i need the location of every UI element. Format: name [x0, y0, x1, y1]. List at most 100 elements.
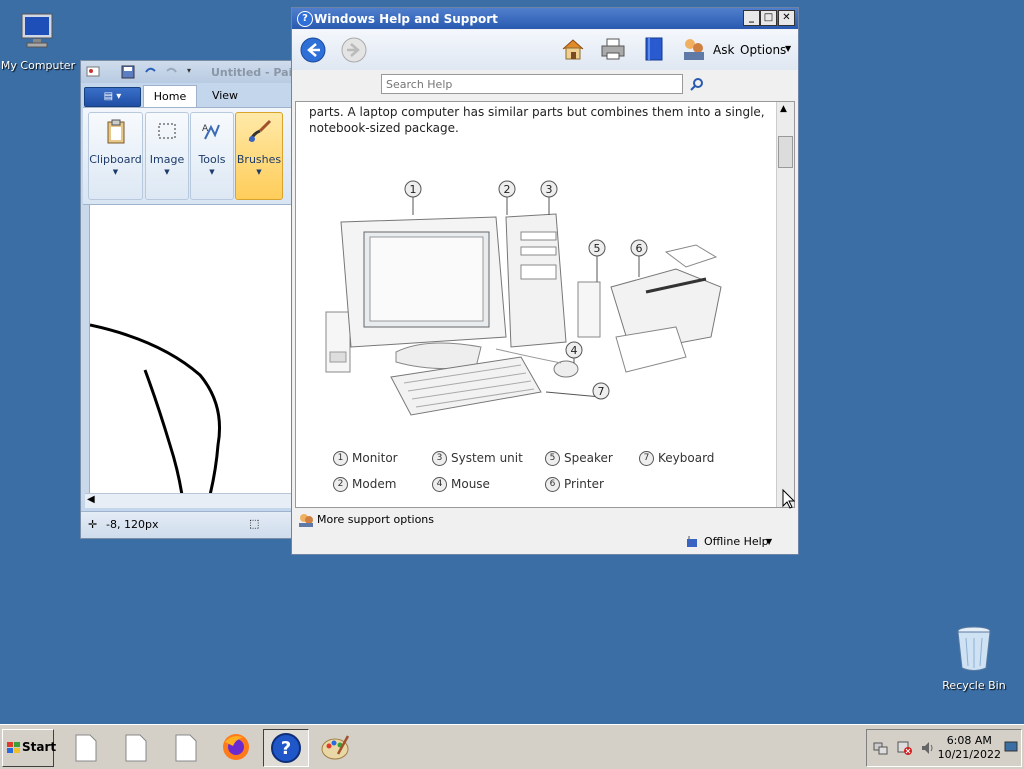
scroll-thumb[interactable] — [778, 136, 793, 168]
clipboard-group[interactable]: Clipboard ▼ — [88, 112, 143, 200]
paint-statusbar: ✛ -8, 120px ⬚ — [81, 511, 293, 538]
image-label: Image — [149, 153, 185, 166]
my-computer-label: My Computer — [0, 59, 76, 72]
forward-button[interactable] — [341, 37, 367, 63]
taskbar-file-1[interactable] — [64, 729, 108, 765]
brushes-label: Brushes — [236, 153, 282, 166]
offline-help-icon — [687, 536, 697, 547]
chevron-down-icon: ▼ — [256, 168, 262, 176]
help-title: Windows Help and Support — [314, 12, 498, 26]
search-icon[interactable] — [690, 77, 704, 91]
help-support-icon: ? — [271, 733, 301, 763]
brushes-group[interactable]: Brushes ▼ — [235, 112, 283, 200]
taskbar: Start ? 6:08 AM 10/21/2022 — [0, 724, 1024, 769]
security-alert-icon[interactable] — [897, 740, 913, 756]
options-button[interactable]: Options — [740, 43, 786, 57]
callout-1: 1 — [410, 183, 417, 196]
tab-home[interactable]: Home — [143, 85, 197, 108]
file-icon — [125, 734, 147, 762]
network-icon[interactable] — [873, 740, 889, 756]
scroll-left-icon[interactable]: ◀ — [87, 494, 95, 505]
my-computer-icon — [21, 13, 53, 48]
chevron-down-icon: ▼ — [209, 168, 215, 176]
selection-size-icon: ⬚ — [249, 517, 260, 530]
print-icon[interactable] — [599, 36, 627, 62]
help-content: parts. A laptop computer has similar par… — [295, 101, 795, 508]
computer-parts-illustration: 1 2 3 4 5 6 7 — [325, 180, 722, 416]
paint-canvas-area — [81, 205, 293, 501]
quick-access-dropdown-icon[interactable]: ▾ — [187, 66, 191, 81]
select-icon — [158, 123, 176, 139]
legend-system-unit: 3 System unit — [432, 451, 523, 466]
legend-printer: 6 Printer — [545, 477, 604, 492]
clock[interactable]: 6:08 AM 10/21/2022 — [938, 734, 1001, 762]
tools-label: Tools — [198, 153, 226, 166]
tools-icon: A — [202, 124, 220, 140]
undo-icon[interactable] — [143, 64, 157, 79]
more-support-options-link[interactable]: More support options — [317, 513, 434, 526]
firefox-icon — [223, 734, 249, 760]
taskbar-file-3[interactable] — [164, 729, 208, 765]
paint-canvas[interactable] — [89, 205, 293, 496]
legend-modem: 2 Modem — [333, 477, 396, 492]
help-vertical-scrollbar[interactable]: ▲ — [776, 102, 794, 507]
help-icon: ? — [297, 11, 313, 27]
help-paragraph: parts. A laptop computer has similar par… — [309, 105, 765, 135]
drawing-stroke — [89, 323, 222, 496]
legend-keyboard: 7 Keyboard — [639, 451, 714, 466]
show-desktop-icon[interactable] — [1004, 740, 1018, 754]
paint-titlebar[interactable]: ▾ Untitled - Pain — [81, 61, 293, 83]
ask-button[interactable]: Ask — [713, 43, 734, 57]
file-icon — [75, 734, 97, 762]
maximize-button[interactable]: □ — [760, 10, 777, 26]
clock-date: 10/21/2022 — [937, 748, 1001, 761]
tools-group[interactable]: A Tools ▼ — [190, 112, 234, 200]
offline-help-dropdown-icon: ▼ — [766, 537, 773, 546]
taskbar-paint[interactable] — [313, 729, 357, 765]
file-icon — [175, 734, 197, 762]
image-group[interactable]: Image ▼ — [145, 112, 189, 200]
help-window[interactable]: ? Windows Help and Support _ □ ✕ Ask Opt… — [291, 7, 799, 555]
taskbar-help-and-support[interactable]: ? — [263, 729, 309, 767]
start-label: Start — [22, 740, 57, 754]
save-icon[interactable] — [121, 64, 135, 79]
legend-monitor: 1 Monitor — [333, 451, 398, 466]
offline-help-button[interactable]: Offline Help — [704, 535, 769, 548]
taskbar-file-2[interactable] — [114, 729, 158, 765]
minimize-button[interactable]: _ — [743, 10, 760, 26]
help-bottom-bar: More support options Offline Help ▼ — [292, 508, 798, 552]
support-icon — [299, 514, 313, 527]
close-button[interactable]: ✕ — [778, 10, 795, 26]
callout-6: 6 — [636, 242, 643, 255]
desktop-icon-recycle-bin[interactable]: Recycle Bin — [936, 624, 1012, 692]
back-button[interactable] — [300, 37, 326, 63]
start-button[interactable]: Start — [2, 729, 57, 767]
recycle-bin-icon — [957, 626, 991, 671]
svg-text:?: ? — [281, 738, 291, 759]
paint-title: Untitled - Pain — [211, 66, 294, 79]
paint-icon — [321, 735, 350, 760]
taskbar-firefox[interactable] — [214, 729, 258, 765]
tab-view[interactable]: View — [201, 85, 249, 107]
paint-app-icon[interactable] — [85, 64, 101, 79]
redo-icon[interactable] — [165, 64, 179, 79]
clipboard-label: Clipboard — [89, 153, 142, 166]
paint-ribbon: Clipboard ▼ Image ▼ A Tools ▼ Brushes ▼ — [83, 107, 293, 205]
callout-7: 7 — [598, 385, 605, 398]
clock-time: 6:08 AM — [946, 734, 992, 747]
paint-horizontal-scrollbar[interactable]: ◀ — [85, 493, 293, 508]
search-input[interactable] — [381, 74, 683, 94]
home-icon[interactable] — [560, 36, 586, 62]
ask-icon[interactable] — [682, 36, 706, 62]
help-titlebar[interactable]: ? Windows Help and Support _ □ ✕ — [292, 8, 798, 29]
system-tray: 6:08 AM 10/21/2022 — [866, 729, 1022, 767]
legend-speaker: 5 Speaker — [545, 451, 613, 466]
paint-menu-button[interactable]: ▤ ▾ — [84, 87, 141, 107]
desktop-icon-my-computer[interactable]: My Computer — [0, 10, 76, 72]
scroll-up-icon[interactable]: ▲ — [780, 104, 787, 114]
svg-text:A: A — [202, 124, 209, 134]
recycle-bin-label: Recycle Bin — [942, 679, 1006, 692]
browse-help-icon[interactable] — [642, 36, 666, 62]
paint-window[interactable]: ▾ Untitled - Pain ▤ ▾ Home View Clipboar… — [80, 60, 294, 539]
volume-icon[interactable] — [920, 740, 936, 756]
